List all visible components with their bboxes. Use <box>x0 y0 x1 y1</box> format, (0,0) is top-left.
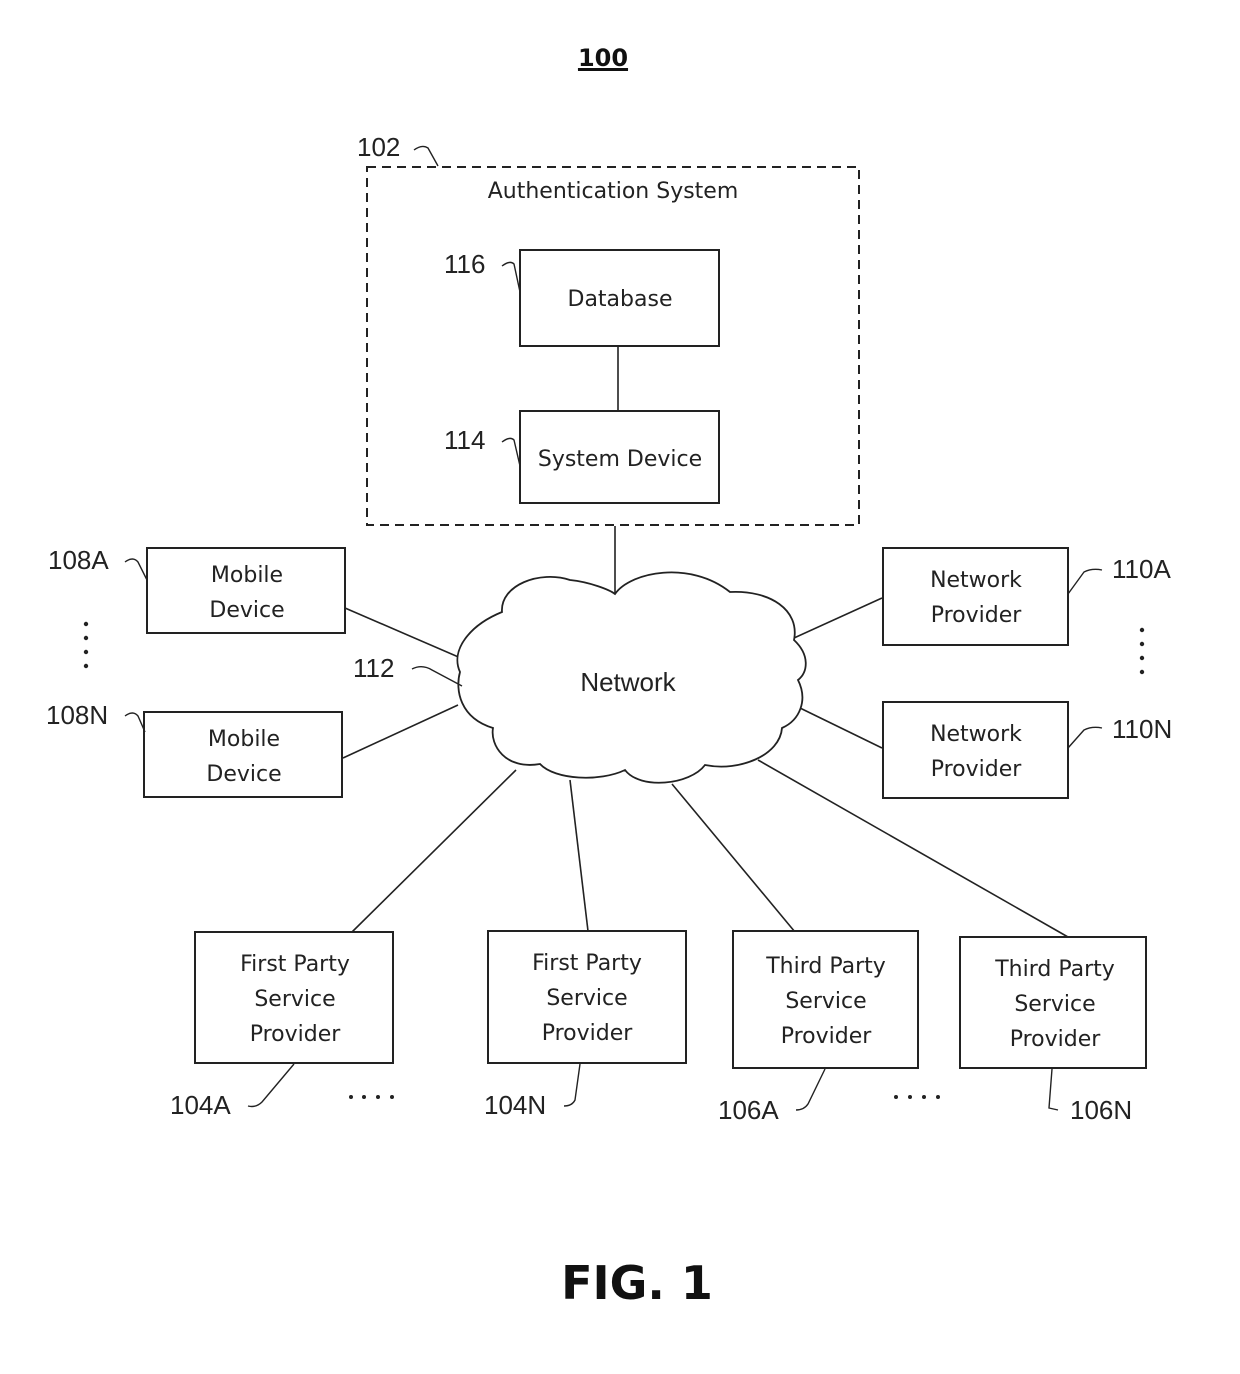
sp-104n-line1: First Party <box>532 951 642 976</box>
sp-106n-line2: Service <box>1014 992 1095 1017</box>
ref-104a: 104A <box>170 1090 231 1120</box>
network-provider-n-line2: Provider <box>931 757 1023 782</box>
mobile-device-a-line1: Mobile <box>211 563 283 588</box>
netprov-a-network-link <box>793 597 883 639</box>
ellipsis-mobile <box>83 621 89 669</box>
ref-106a: 106A <box>718 1095 779 1125</box>
sp-106a-line2: Service <box>785 989 866 1014</box>
sp-104a-line1: First Party <box>240 952 350 977</box>
database-label: Database <box>568 287 673 312</box>
sp-106n-line1: Third Party <box>994 957 1115 982</box>
ref-106a-leader <box>795 1068 826 1111</box>
mobile-device-n-line2: Device <box>206 762 281 787</box>
sp-104n-line3: Provider <box>542 1021 634 1046</box>
system-device-label: System Device <box>538 447 702 472</box>
ref-108a-leader <box>124 558 148 581</box>
authentication-system-label: Authentication System <box>488 179 739 204</box>
ref-108a: 108A <box>48 545 109 575</box>
ref-110n: 110N <box>1112 714 1172 744</box>
system-device-box: System Device <box>519 410 720 504</box>
network-provider-a-rect <box>882 547 1069 646</box>
third-party-service-provider-n: Third Party Service Provider <box>959 936 1147 1069</box>
network-provider-a-line2: Provider <box>931 603 1023 628</box>
system-diagram: 100 Authentication System 102 Database 1… <box>46 44 1172 1310</box>
ref-108n-leader <box>124 712 146 733</box>
ref-112: 112 <box>353 653 394 683</box>
ref-106n-leader <box>1048 1068 1059 1111</box>
sp-106a-line1: Third Party <box>765 954 886 979</box>
ref-104n-leader <box>563 1063 581 1107</box>
sp-104n-line2: Service <box>546 986 627 1011</box>
database-box: Database <box>519 249 720 347</box>
ref-114: 114 <box>444 425 485 455</box>
ref-106n: 106N <box>1070 1095 1132 1125</box>
ref-104a-leader <box>247 1063 295 1108</box>
third-party-service-provider-a: Third Party Service Provider <box>732 930 919 1069</box>
ref-108n: 108N <box>46 700 108 730</box>
sp-104a-line2: Service <box>254 987 335 1012</box>
ellipsis-network-provider <box>1139 627 1145 675</box>
network-label: Network <box>580 667 676 697</box>
ref-110a: 110A <box>1112 554 1171 584</box>
sp-104a-network-link <box>351 769 517 933</box>
sp-106a-line3: Provider <box>781 1024 873 1049</box>
netprov-n-network-link <box>799 707 883 749</box>
mobile-device-n: Mobile Device <box>143 711 343 798</box>
ref-114-leader <box>501 437 521 467</box>
ref-110a-leader <box>1067 568 1103 595</box>
network-provider-a: Network Provider <box>882 547 1069 646</box>
mobile-n-network-link <box>342 704 459 759</box>
first-party-service-provider-n: First Party Service Provider <box>487 930 687 1064</box>
ref-116-leader <box>501 261 521 293</box>
first-party-service-provider-a: First Party Service Provider <box>194 931 394 1064</box>
mobile-device-a-line2: Device <box>209 598 284 623</box>
ref-116: 116 <box>444 249 485 279</box>
ref-104n: 104N <box>484 1090 546 1120</box>
sp-106a-network-link <box>671 783 796 933</box>
figure-number: 100 <box>578 44 628 72</box>
network-provider-n-line1: Network <box>930 722 1022 747</box>
ref-102: 102 <box>357 132 400 162</box>
mobile-device-a: Mobile Device <box>146 547 346 634</box>
ref-110n-leader <box>1067 726 1103 749</box>
authentication-system: Authentication System 102 Database 116 S… <box>357 132 860 526</box>
ellipsis-first-party <box>349 1095 394 1099</box>
mobile-device-n-line1: Mobile <box>208 727 280 752</box>
sp-104n-network-link <box>569 779 589 932</box>
ref-112-leader <box>411 666 463 687</box>
network-provider-n-rect <box>882 701 1069 799</box>
ellipsis-third-party <box>894 1095 940 1099</box>
ref-102-leader <box>413 145 439 167</box>
network-cloud: Network <box>456 571 807 784</box>
figure-caption: FIG. 1 <box>561 1256 713 1310</box>
sp-104a-line3: Provider <box>250 1022 342 1047</box>
network-provider-a-line1: Network <box>930 568 1022 593</box>
network-provider-n: Network Provider <box>882 701 1069 799</box>
sp-106n-line3: Provider <box>1010 1027 1102 1052</box>
